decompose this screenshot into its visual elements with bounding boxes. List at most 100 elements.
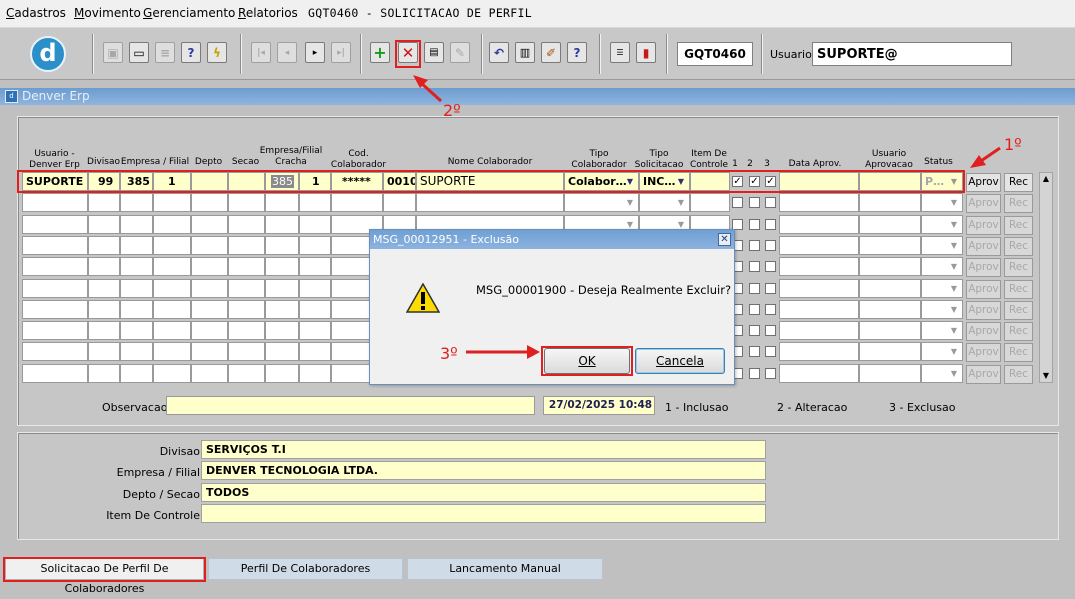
grid-cell[interactable]: [153, 257, 191, 277]
grid-cell[interactable]: ▼: [921, 193, 963, 213]
grid-cell[interactable]: [859, 363, 921, 383]
chevron-down-icon[interactable]: ▼: [947, 302, 961, 317]
grid-checkbox[interactable]: [765, 346, 776, 358]
last-record-icon[interactable]: ▸|: [331, 42, 351, 63]
grid-cell[interactable]: [22, 321, 88, 341]
chevron-down-icon[interactable]: ▼: [947, 344, 961, 359]
rec-button[interactable]: Rec: [1004, 279, 1033, 299]
grid-cell[interactable]: [191, 321, 228, 341]
grid-cell[interactable]: [383, 193, 416, 213]
grid-cell[interactable]: [228, 278, 265, 298]
grid-cell[interactable]: ▼: [921, 257, 963, 277]
rec-button[interactable]: Rec: [1004, 343, 1033, 363]
grid-cell[interactable]: ▼: [921, 363, 963, 383]
grid-cell[interactable]: [191, 278, 228, 298]
aprov-button[interactable]: Aprov: [966, 215, 1001, 235]
print-icon[interactable]: ≡: [155, 42, 175, 63]
grid-cell[interactable]: [88, 257, 120, 277]
clear-icon[interactable]: ▤: [424, 42, 444, 63]
aprov-button[interactable]: Aprov: [966, 364, 1001, 384]
grid-cell[interactable]: [265, 278, 299, 298]
rec-button[interactable]: Rec: [1004, 300, 1033, 320]
grid-cell[interactable]: [153, 235, 191, 255]
grid-cell[interactable]: [859, 257, 921, 277]
grid-cell[interactable]: [88, 235, 120, 255]
grid-checkbox[interactable]: [749, 261, 760, 273]
insert-record-icon[interactable]: +: [370, 42, 390, 63]
grid-cell[interactable]: [120, 299, 153, 319]
grid-cell[interactable]: [88, 278, 120, 298]
grid-cell[interactable]: ▼: [921, 235, 963, 255]
aprov-button[interactable]: Aprov: [966, 258, 1001, 278]
aprov-button[interactable]: Aprov: [966, 236, 1001, 256]
grid-cell[interactable]: [22, 299, 88, 319]
grid-cell[interactable]: [88, 342, 120, 362]
grid-cell[interactable]: [88, 193, 120, 213]
grid-cell[interactable]: [120, 321, 153, 341]
row1-rec-button[interactable]: Rec: [1004, 173, 1033, 192]
menu-cadastros[interactable]: Cadastros: [6, 6, 66, 20]
menu-movimento[interactable]: Movimento: [74, 6, 141, 20]
grid-cell[interactable]: [120, 342, 153, 362]
grid-cell[interactable]: [299, 278, 331, 298]
grid-checkbox[interactable]: [732, 218, 743, 230]
grid-cell[interactable]: [153, 214, 191, 234]
grid-cell[interactable]: [299, 257, 331, 277]
rec-button[interactable]: Rec: [1004, 194, 1033, 214]
grid-cell[interactable]: [191, 257, 228, 277]
grid-cell[interactable]: [228, 321, 265, 341]
grid-checkbox[interactable]: [765, 303, 776, 315]
grid-cell[interactable]: [779, 299, 859, 319]
grid-cell[interactable]: [228, 214, 265, 234]
grid-cell[interactable]: [859, 278, 921, 298]
grid-cell[interactable]: [153, 363, 191, 383]
grid-cell[interactable]: [153, 299, 191, 319]
close-icon[interactable]: ✕: [718, 233, 731, 246]
grid-cell[interactable]: [120, 257, 153, 277]
grid-cell[interactable]: ▼: [564, 193, 639, 213]
grid-cell[interactable]: [228, 299, 265, 319]
tab-perfil-colaboradores[interactable]: Perfil De Colaboradores: [208, 558, 403, 580]
grid-checkbox[interactable]: [765, 367, 776, 379]
chevron-down-icon[interactable]: ▼: [947, 238, 961, 253]
undo-icon[interactable]: ↶: [489, 42, 509, 63]
edit-icon[interactable]: ✐: [541, 42, 561, 63]
chevron-down-icon[interactable]: ▼: [947, 366, 961, 381]
grid-cell[interactable]: [779, 235, 859, 255]
rec-button[interactable]: Rec: [1004, 215, 1033, 235]
grid-cell[interactable]: [22, 278, 88, 298]
grid-checkbox[interactable]: [765, 325, 776, 337]
menu-relatorios[interactable]: Relatorios: [238, 6, 298, 20]
query-icon[interactable]: ?: [181, 42, 201, 63]
grid-cell[interactable]: [265, 299, 299, 319]
chevron-down-icon[interactable]: ▼: [947, 195, 961, 210]
scroll-down-icon[interactable]: ▼: [1040, 370, 1052, 382]
grid-cell[interactable]: ▼: [921, 299, 963, 319]
grid-checkbox[interactable]: [749, 239, 760, 251]
grid-scrollbar[interactable]: ▲ ▼: [1039, 172, 1053, 383]
grid-checkbox[interactable]: [749, 325, 760, 337]
grid-cell[interactable]: [265, 363, 299, 383]
grid-cell[interactable]: [153, 193, 191, 213]
list-icon[interactable]: ▥: [515, 42, 535, 63]
rec-button[interactable]: Rec: [1004, 258, 1033, 278]
grid-cell[interactable]: [299, 321, 331, 341]
row1-aprov-button[interactable]: Aprov: [966, 173, 1001, 192]
grid-cell[interactable]: [859, 214, 921, 234]
grid-cell[interactable]: [265, 321, 299, 341]
grid-checkbox[interactable]: [765, 218, 776, 230]
grid-cell[interactable]: [22, 193, 88, 213]
chevron-down-icon[interactable]: ▼: [674, 195, 688, 210]
grid-cell[interactable]: [22, 257, 88, 277]
window-icon[interactable]: ▭: [129, 42, 149, 63]
grid-cell[interactable]: ▼: [639, 193, 690, 213]
grid-cell[interactable]: [779, 321, 859, 341]
aprov-button[interactable]: Aprov: [966, 343, 1001, 363]
grid-cell[interactable]: ▼: [921, 321, 963, 341]
grid-cell[interactable]: [153, 278, 191, 298]
grid-cell[interactable]: [299, 235, 331, 255]
grid-cell[interactable]: ▼: [921, 214, 963, 234]
grid-cell[interactable]: [859, 299, 921, 319]
grid-cell[interactable]: [299, 299, 331, 319]
grid-cell[interactable]: [859, 321, 921, 341]
